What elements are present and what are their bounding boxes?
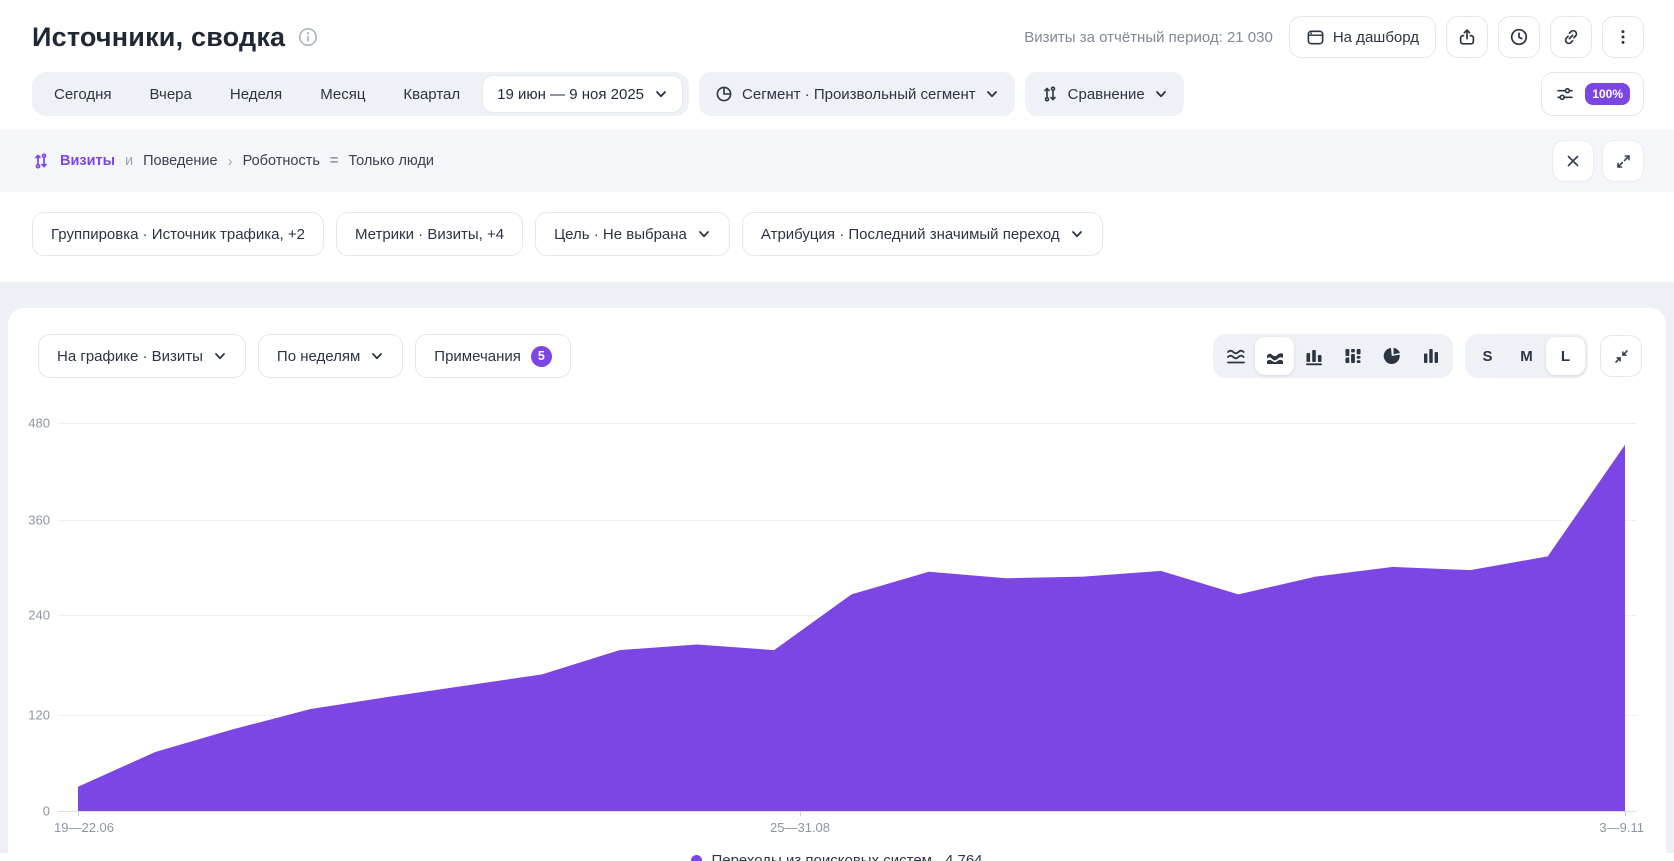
breadcrumb-subsection[interactable]: Роботность bbox=[243, 153, 320, 169]
compare-dropdown[interactable]: Сравнение bbox=[1025, 72, 1184, 116]
preset-today[interactable]: Сегодня bbox=[35, 72, 131, 116]
chart-type-bars[interactable] bbox=[1294, 337, 1333, 375]
metric-icon bbox=[32, 152, 50, 170]
to-dashboard-button[interactable]: На дашборд bbox=[1289, 16, 1436, 58]
chevron-down-icon bbox=[1070, 227, 1084, 241]
chart-type-area[interactable] bbox=[1255, 337, 1294, 375]
sampling-control[interactable]: 100% bbox=[1541, 72, 1644, 116]
report-settings-row: Группировка · Источник трафика, +2 Метри… bbox=[0, 192, 1674, 282]
kebab-icon bbox=[1613, 27, 1633, 47]
period-visits-total: Визиты за отчётный период: 21 030 bbox=[1024, 29, 1273, 46]
equals-separator: = bbox=[330, 153, 338, 169]
copy-link-button[interactable] bbox=[1550, 16, 1592, 58]
x-tick-label: 19—22.06 bbox=[54, 820, 114, 835]
x-tick-label: 25—31.08 bbox=[770, 820, 830, 835]
page-title: Источники, сводка bbox=[32, 22, 285, 53]
share-icon bbox=[1457, 27, 1477, 47]
granularity-dropdown[interactable]: По неделям bbox=[258, 334, 403, 378]
collapse-chart-button[interactable] bbox=[1600, 335, 1642, 377]
close-icon bbox=[1565, 153, 1581, 169]
chevron-down-icon bbox=[985, 87, 999, 101]
area-series bbox=[8, 392, 1666, 832]
chevron-down-icon bbox=[654, 87, 668, 101]
segment-dropdown[interactable]: Сегмент · Произвольный сегмент bbox=[699, 72, 1015, 116]
notes-button[interactable]: Примечания 5 bbox=[415, 334, 571, 378]
series-name: Переходы из поисковых систем bbox=[711, 852, 932, 861]
info-icon[interactable] bbox=[297, 26, 319, 48]
size-medium[interactable]: M bbox=[1507, 337, 1546, 375]
history-button[interactable] bbox=[1498, 16, 1540, 58]
chart-controls: На графике · Визиты По неделям Примечани… bbox=[8, 308, 1666, 378]
chart-type-lines[interactable] bbox=[1216, 337, 1255, 375]
chart-card: На графике · Визиты По неделям Примечани… bbox=[8, 308, 1666, 853]
expand-filter-button[interactable] bbox=[1602, 140, 1644, 182]
x-tick-label: 3—9.11 bbox=[1599, 820, 1644, 835]
chart-type-pie[interactable] bbox=[1372, 337, 1411, 375]
date-range-dropdown[interactable]: 19 июн — 9 ноя 2025 bbox=[482, 75, 683, 113]
grouping-chip[interactable]: Группировка · Источник трафика, +2 bbox=[32, 212, 324, 256]
metric-filter-band: Визиты и Поведение › Роботность = Только… bbox=[0, 130, 1674, 192]
series-total: 4 764 bbox=[945, 852, 983, 861]
metrics-chip[interactable]: Метрики · Визиты, +4 bbox=[336, 212, 523, 256]
chart-size-group: S M L bbox=[1465, 334, 1588, 378]
compare-icon bbox=[1041, 85, 1059, 103]
close-filter-button[interactable] bbox=[1552, 140, 1594, 182]
breadcrumb-metric[interactable]: Визиты bbox=[60, 153, 115, 169]
visits-area-chart[interactable]: 480 360 240 120 0 19—22.06 25—31.08 3—9.… bbox=[8, 392, 1666, 840]
chevron-down-icon bbox=[370, 349, 384, 363]
on-chart-dropdown[interactable]: На графике · Визиты bbox=[38, 334, 246, 378]
link-icon bbox=[1561, 27, 1581, 47]
preset-week[interactable]: Неделя bbox=[211, 72, 301, 116]
breadcrumb-value[interactable]: Только люди bbox=[348, 153, 434, 169]
chevron-right-separator: › bbox=[228, 153, 233, 170]
attribution-dropdown[interactable]: Атрибуция · Последний значимый переход bbox=[742, 212, 1103, 256]
chart-type-group bbox=[1213, 334, 1453, 378]
period-preset-group: Сегодня Вчера Неделя Месяц Квартал 19 ию… bbox=[32, 72, 689, 116]
series-color-dot bbox=[691, 855, 702, 861]
breadcrumb-section[interactable]: Поведение bbox=[143, 153, 217, 169]
preset-month[interactable]: Месяц bbox=[301, 72, 384, 116]
sampling-badge: 100% bbox=[1585, 83, 1630, 105]
chevron-down-icon bbox=[1154, 87, 1168, 101]
chart-type-columns[interactable] bbox=[1411, 337, 1450, 375]
chevron-down-icon bbox=[697, 227, 711, 241]
goal-dropdown[interactable]: Цель · Не выбрана bbox=[535, 212, 730, 256]
chart-card-zone: На графике · Визиты По неделям Примечани… bbox=[0, 282, 1674, 853]
expand-icon bbox=[1615, 153, 1632, 170]
share-button[interactable] bbox=[1446, 16, 1488, 58]
size-small[interactable]: S bbox=[1468, 337, 1507, 375]
collapse-icon bbox=[1613, 348, 1630, 365]
more-menu-button[interactable] bbox=[1602, 16, 1644, 58]
size-large[interactable]: L bbox=[1546, 337, 1585, 375]
clock-icon bbox=[1509, 27, 1529, 47]
dashboard-icon bbox=[1306, 28, 1325, 47]
x-tick bbox=[78, 811, 79, 816]
chevron-down-icon bbox=[213, 349, 227, 363]
sliders-icon bbox=[1555, 84, 1575, 104]
preset-quarter[interactable]: Квартал bbox=[384, 72, 479, 116]
chart-type-stacked[interactable] bbox=[1333, 337, 1372, 375]
report-header: Источники, сводка Визиты за отчётный пер… bbox=[0, 0, 1674, 68]
period-toolbar: Сегодня Вчера Неделя Месяц Квартал 19 ию… bbox=[0, 68, 1674, 130]
breadcrumb-conjunction: и bbox=[125, 153, 133, 169]
notes-count-badge: 5 bbox=[531, 346, 552, 367]
segment-pie-icon bbox=[715, 85, 733, 103]
chart-legend[interactable]: Переходы из поисковых систем 4 764 bbox=[8, 852, 1666, 861]
preset-yesterday[interactable]: Вчера bbox=[131, 72, 211, 116]
x-tick bbox=[800, 811, 801, 816]
x-tick bbox=[1625, 811, 1626, 816]
